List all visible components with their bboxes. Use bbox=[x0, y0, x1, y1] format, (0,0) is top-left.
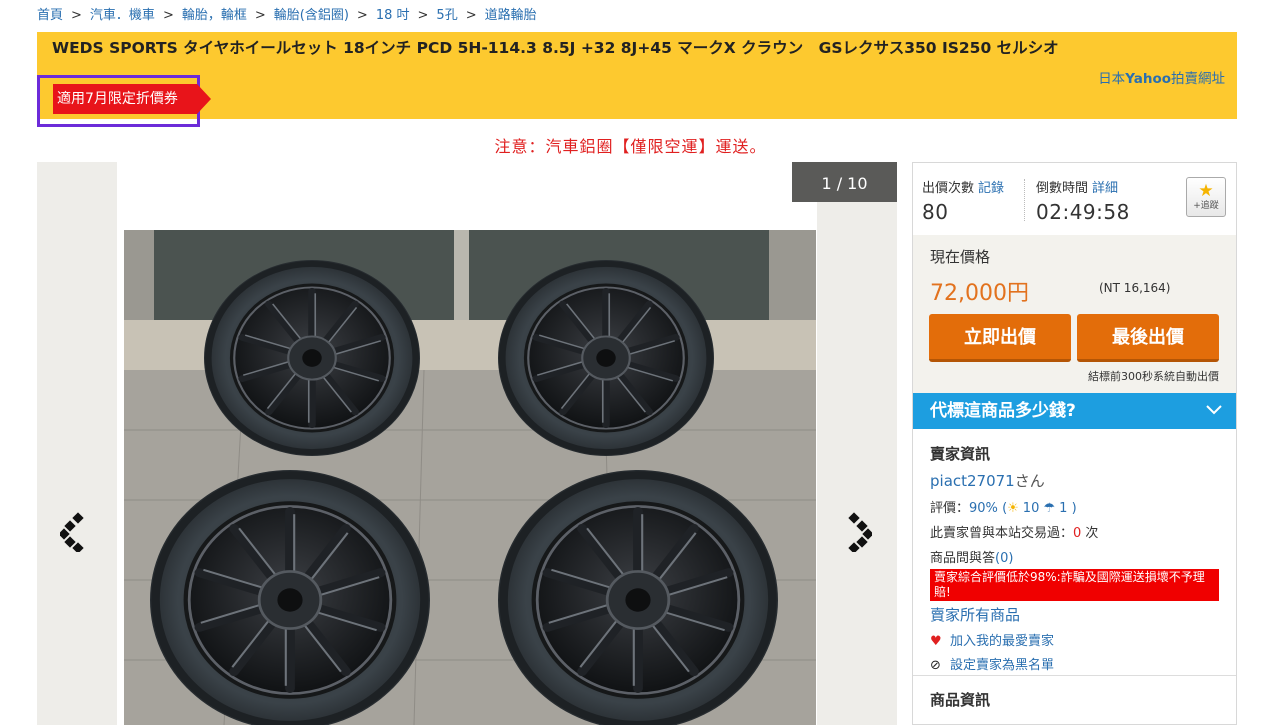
proxy-cost-label: 代標這商品多少錢? bbox=[930, 401, 1076, 421]
breadcrumb-cars[interactable]: 汽車．機車 bbox=[90, 8, 155, 23]
breadcrumb-separator: > bbox=[162, 8, 174, 23]
rating-label: 評價： bbox=[930, 501, 970, 516]
price-nt-conversion: (NT 16,164) bbox=[1099, 281, 1171, 295]
countdown-label-row: 倒數時間 詳細 bbox=[1036, 177, 1130, 196]
bid-count-stat: 出價次數 記錄 80 bbox=[922, 177, 1004, 224]
add-favorite-seller-link[interactable]: ♥ 加入我的最愛賣家 bbox=[930, 630, 1222, 649]
yahoo-link-prefix: 日本 bbox=[1098, 71, 1126, 87]
prev-image-arrow-icon[interactable] bbox=[58, 512, 90, 554]
section-divider bbox=[913, 675, 1236, 676]
next-image-arrow-icon[interactable] bbox=[842, 512, 874, 554]
trade-history-row: 此賣家曾與本站交易過：0 次 bbox=[930, 522, 1222, 541]
product-title-bar: WEDS SPORTS タイヤホイールセット 18インチ PCD 5H-114.… bbox=[37, 32, 1237, 127]
current-price-label: 現在價格 bbox=[930, 248, 991, 266]
auction-stats: 出價次數 記錄 80 倒數時間 詳細 02:49:58 ★ +追蹤 bbox=[913, 163, 1236, 235]
qa-row: 商品問與答(0) bbox=[930, 547, 1222, 566]
blacklist-label: 設定賣家為黑名單 bbox=[950, 658, 1055, 673]
breadcrumb-tires-with-rims[interactable]: 輪胎(含鋁圈) bbox=[274, 8, 349, 23]
last-bid-button[interactable]: 最後出價 bbox=[1077, 314, 1219, 362]
yahoo-auction-link[interactable]: 日本Yahoo拍賣網址 bbox=[1098, 67, 1225, 87]
photo-area: 1 / 10 bbox=[117, 162, 897, 725]
breadcrumb-separator: > bbox=[465, 8, 477, 23]
sun-icon: ☀ bbox=[1007, 501, 1019, 516]
breadcrumb-5-hole[interactable]: 5孔 bbox=[436, 8, 457, 23]
seller-name-suffix: さん bbox=[1014, 472, 1045, 490]
auction-sidebar: 出價次數 記錄 80 倒數時間 詳細 02:49:58 ★ +追蹤 現在價格 72,… bbox=[912, 162, 1237, 725]
bid-count-label: 出價次數 bbox=[922, 181, 975, 196]
breadcrumb-home[interactable]: 首頁 bbox=[37, 8, 63, 23]
current-price-value: 72,000円 bbox=[930, 281, 1029, 306]
add-favorite-label: 加入我的最愛賣家 bbox=[950, 634, 1055, 649]
breadcrumb-tires-wheels[interactable]: 輪胎，輪框 bbox=[182, 8, 247, 23]
breadcrumb: 首頁 > 汽車．機車 > 輪胎，輪框 > 輪胎(含鋁圈) >18 吋 >5孔 > 道路輪胎 bbox=[37, 4, 537, 23]
bid-count-label-row: 出價次數 記錄 bbox=[922, 177, 1004, 196]
breadcrumb-road-tires[interactable]: 道路輪胎 bbox=[485, 8, 537, 23]
star-icon: ★ bbox=[1198, 181, 1214, 201]
qa-label: 商品問與答 bbox=[930, 551, 996, 566]
breadcrumb-separator: > bbox=[417, 8, 429, 23]
product-title: WEDS SPORTS タイヤホイールセット 18インチ PCD 5H-114.… bbox=[52, 39, 1059, 57]
image-gallery: 1 / 10 bbox=[37, 162, 897, 725]
trade-history-label: 此賣家曾與本站交易過： bbox=[930, 526, 1074, 541]
countdown-detail-link[interactable]: 詳細 bbox=[1092, 181, 1118, 196]
bid-history-link[interactable]: 記錄 bbox=[978, 181, 1004, 196]
seller-info: 賣家資訊 piact27071さん 評價：90% (☀ 10 ☂ 1 ) 此賣家曾與… bbox=[930, 443, 1222, 673]
coupon-badge[interactable]: 適用7月限定折價券 bbox=[53, 84, 211, 114]
tire-wheel-photo bbox=[124, 230, 816, 725]
countdown-stat: 倒數時間 詳細 02:49:58 bbox=[1036, 177, 1130, 224]
trade-history-unit: 次 bbox=[1081, 526, 1099, 541]
bid-now-button[interactable]: 立即出價 bbox=[929, 314, 1071, 362]
follow-label: +追蹤 bbox=[1193, 201, 1219, 211]
rating-percent[interactable]: 90% bbox=[969, 501, 998, 516]
product-photo[interactable] bbox=[124, 230, 816, 725]
price-box: 現在價格 72,000円 (NT 16,164) 立即出價 最後出價 結標前30… bbox=[913, 235, 1236, 393]
breadcrumb-separator: > bbox=[254, 8, 266, 23]
countdown-label: 倒數時間 bbox=[1036, 181, 1089, 196]
seller-name-row: piact27071さん bbox=[930, 470, 1222, 491]
product-info-title: 商品資訊 bbox=[930, 691, 991, 709]
seller-all-items-link[interactable]: 賣家所有商品 bbox=[930, 604, 1222, 625]
umbrella-icon: ☂ bbox=[1043, 501, 1056, 516]
bid-count-value: 80 bbox=[922, 200, 949, 224]
chevron-down-icon bbox=[1206, 393, 1222, 443]
follow-button[interactable]: ★ +追蹤 bbox=[1186, 177, 1226, 217]
yahoo-link-brand: Yahoo bbox=[1125, 71, 1171, 87]
proxy-cost-toggle[interactable]: 代標這商品多少錢? bbox=[913, 393, 1236, 429]
qa-count-link[interactable]: (0) bbox=[995, 551, 1013, 566]
block-icon: ⊘ bbox=[930, 658, 941, 673]
seller-name-link[interactable]: piact27071 bbox=[930, 472, 1015, 490]
shipping-notice: 注意：汽車鋁圈【僅限空運】運送。 bbox=[494, 137, 767, 156]
rating-bad-count[interactable]: 1 bbox=[1059, 501, 1067, 516]
blacklist-seller-link[interactable]: ⊘ 設定賣家為黑名單 bbox=[930, 654, 1222, 673]
seller-info-title: 賣家資訊 bbox=[930, 445, 991, 463]
seller-rating-warning: 賣家綜合評價低於98%:詐騙及國際運送損壞不予理賠! bbox=[930, 569, 1219, 601]
heart-icon: ♥ bbox=[930, 634, 942, 649]
breadcrumb-separator: > bbox=[356, 8, 368, 23]
rating-close-paren: ) bbox=[1071, 501, 1077, 516]
seller-rating-row: 評價：90% (☀ 10 ☂ 1 ) bbox=[930, 497, 1222, 516]
image-counter: 1 / 10 bbox=[792, 162, 897, 202]
yahoo-link-suffix: 拍賣網址 bbox=[1171, 71, 1225, 87]
auto-bid-note: 結標前300秒系統自動出價 bbox=[1088, 370, 1219, 383]
breadcrumb-separator: > bbox=[71, 8, 82, 23]
rating-good-count[interactable]: 10 bbox=[1023, 501, 1040, 516]
countdown-value: 02:49:58 bbox=[1036, 200, 1130, 224]
stats-divider bbox=[1024, 179, 1025, 221]
breadcrumb-18-inch[interactable]: 18 吋 bbox=[376, 8, 410, 23]
